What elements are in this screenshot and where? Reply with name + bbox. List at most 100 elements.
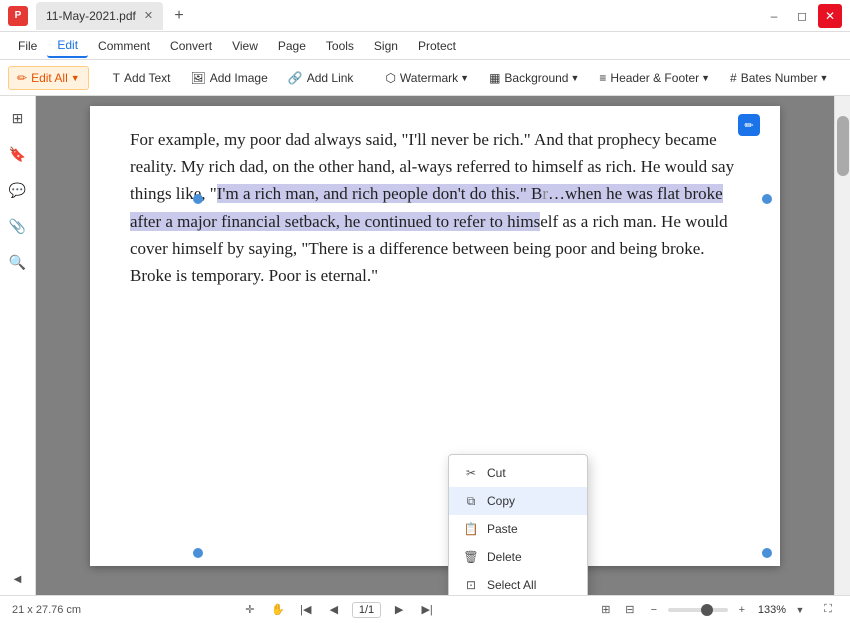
page-dimensions: 21 x 27.76 cm — [12, 604, 81, 616]
sidebar-bookmark-icon[interactable]: 🔖 — [4, 140, 32, 168]
add-link-label: Add Link — [307, 71, 354, 85]
menu-edit[interactable]: Edit — [47, 34, 88, 58]
watermark-label: Watermark — [400, 71, 458, 85]
next-page-button[interactable]: ▶ — [389, 600, 409, 620]
close-button[interactable]: ✕ — [818, 4, 842, 28]
cut-label: Cut — [487, 466, 506, 480]
add-image-label: Add Image — [210, 71, 268, 85]
link-icon: 🔗 — [288, 71, 303, 85]
pdf-text-content: For example, my poor dad always said, "I… — [130, 126, 740, 289]
current-page: 1 — [359, 604, 365, 616]
watermark-button[interactable]: ⬡ Watermark ▼ — [377, 67, 477, 89]
selection-handle-bl[interactable] — [193, 548, 203, 558]
statusbar: 21 x 27.76 cm ✛ ✋ |◀ ◀ 1/1 ▶ ▶| ⊞ ⊟ − + … — [0, 595, 850, 623]
bates-label: Bates Number — [741, 71, 818, 85]
copy-icon: ⧉ — [463, 493, 479, 509]
tab-close-button[interactable]: ✕ — [144, 9, 153, 22]
restore-button[interactable]: ◻ — [790, 4, 814, 28]
new-tab-button[interactable]: + — [167, 4, 191, 28]
menu-view[interactable]: View — [222, 35, 268, 57]
pdf-area[interactable]: ✏ For example, my poor dad always said, … — [36, 96, 834, 595]
last-page-button[interactable]: ▶| — [417, 600, 437, 620]
annotation-icon: ✏ — [738, 114, 760, 136]
background-icon: ▦ — [489, 71, 500, 85]
image-icon: 🖼 — [191, 71, 206, 85]
bates-number-button[interactable]: # Bates Number ▼ — [722, 67, 836, 89]
cut-icon: ✂ — [463, 465, 479, 481]
paste-label: Paste — [487, 522, 518, 536]
context-menu-cut[interactable]: ✂ Cut — [449, 459, 587, 487]
active-tab[interactable]: 11-May-2021.pdf ✕ — [36, 2, 163, 30]
menu-protect[interactable]: Protect — [408, 35, 466, 57]
pdf-page: ✏ For example, my poor dad always said, … — [90, 106, 780, 566]
menu-file[interactable]: File — [8, 35, 47, 57]
window-controls: – ◻ ✕ — [762, 4, 842, 28]
menu-tools[interactable]: Tools — [316, 35, 364, 57]
menu-convert[interactable]: Convert — [160, 35, 222, 57]
context-menu-delete[interactable]: 🗑 Delete — [449, 543, 587, 571]
fullscreen-button[interactable]: ⛶ — [818, 600, 838, 620]
background-button[interactable]: ▦ Background ▼ — [481, 67, 587, 89]
sidebar-attachment-icon[interactable]: 📎 — [4, 212, 32, 240]
context-menu: ✂ Cut ⧉ Copy 📋 Paste 🗑 Delete ⊡ Sele — [448, 454, 588, 595]
edit-all-label: Edit All — [31, 71, 68, 85]
right-scrollbar[interactable] — [834, 96, 850, 595]
zoom-dropdown-button[interactable]: ▼ — [790, 600, 810, 620]
menu-comment[interactable]: Comment — [88, 35, 160, 57]
header-footer-icon: ≡ — [599, 71, 606, 85]
context-menu-copy[interactable]: ⧉ Copy — [449, 487, 587, 515]
page-info: 1/1 — [352, 602, 381, 618]
add-image-button[interactable]: 🖼 Add Image — [183, 67, 276, 89]
main-area: ⊞ 🔖 💬 📎 🔍 ◀ ✏ For example, my poor dad a… — [0, 96, 850, 595]
left-sidebar: ⊞ 🔖 💬 📎 🔍 ◀ — [0, 96, 36, 595]
app-logo: P — [8, 6, 28, 26]
selection-handle-tl[interactable] — [193, 194, 203, 204]
paste-icon: 📋 — [463, 521, 479, 537]
add-link-button[interactable]: 🔗 Add Link — [280, 67, 362, 89]
background-label: Background — [504, 71, 568, 85]
menu-sign[interactable]: Sign — [364, 35, 408, 57]
text-icon: T — [113, 71, 120, 85]
select-all-label: Select All — [487, 578, 536, 592]
delete-label: Delete — [487, 550, 522, 564]
sidebar-pages-icon[interactable]: ⊞ — [4, 104, 32, 132]
header-footer-button[interactable]: ≡ Header & Footer ▼ — [591, 67, 718, 89]
scrollbar-thumb[interactable] — [837, 116, 849, 176]
zoom-level: 133% — [758, 604, 786, 616]
context-menu-select-all[interactable]: ⊡ Select All — [449, 571, 587, 595]
sidebar-collapse-button[interactable]: ◀ — [10, 571, 26, 587]
edit-icon: ✏ — [17, 71, 27, 85]
titlebar: P 11-May-2021.pdf ✕ + – ◻ ✕ — [0, 0, 850, 32]
minimize-button[interactable]: – — [762, 4, 786, 28]
selection-handle-tr[interactable] — [762, 194, 772, 204]
add-text-label: Add Text — [124, 71, 170, 85]
sidebar-comment-icon[interactable]: 💬 — [4, 176, 32, 204]
menubar: File Edit Comment Convert View Page Tool… — [0, 32, 850, 60]
context-menu-paste[interactable]: 📋 Paste — [449, 515, 587, 543]
zoom-in-button[interactable]: + — [732, 600, 752, 620]
zoom-slider[interactable] — [668, 608, 728, 612]
total-pages: 1 — [368, 604, 374, 616]
fit-width-icon[interactable]: ⊟ — [620, 600, 640, 620]
menu-page[interactable]: Page — [268, 35, 316, 57]
selection-handle-br[interactable] — [762, 548, 772, 558]
zoom-thumb[interactable] — [701, 604, 713, 616]
prev-page-button[interactable]: ◀ — [324, 600, 344, 620]
hand-tool-icon[interactable]: ✋ — [268, 600, 288, 620]
cursor-tool-icon[interactable]: ✛ — [240, 600, 260, 620]
fit-page-icon[interactable]: ⊞ — [596, 600, 616, 620]
edit-all-button[interactable]: ✏ Edit All ▼ — [8, 66, 89, 90]
sidebar-search-icon[interactable]: 🔍 — [4, 248, 32, 276]
select-all-icon: ⊡ — [463, 577, 479, 593]
add-text-button[interactable]: T Add Text — [105, 67, 179, 89]
delete-icon: 🗑 — [463, 549, 479, 565]
header-footer-label: Header & Footer — [610, 71, 699, 85]
zoom-controls: ⊞ ⊟ − + 133% ▼ — [596, 600, 810, 620]
watermark-icon: ⬡ — [385, 71, 395, 85]
toolbar: ✏ Edit All ▼ T Add Text 🖼 Add Image 🔗 Ad… — [0, 60, 850, 96]
first-page-button[interactable]: |◀ — [296, 600, 316, 620]
tab-label: 11-May-2021.pdf — [46, 9, 136, 23]
zoom-out-button[interactable]: − — [644, 600, 664, 620]
bates-icon: # — [730, 71, 737, 85]
copy-label: Copy — [487, 494, 515, 508]
